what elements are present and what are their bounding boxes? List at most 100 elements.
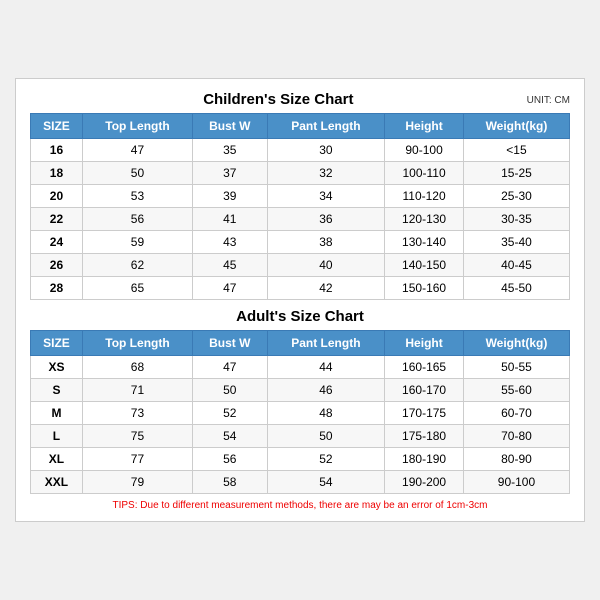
table-cell: 24 [31, 231, 83, 254]
adults-header-cell: SIZE [31, 331, 83, 356]
adults-header-row: SIZETop LengthBust WPant LengthHeightWei… [31, 331, 570, 356]
table-cell: 30-35 [463, 208, 569, 231]
table-row: XL775652180-19080-90 [31, 448, 570, 471]
table-cell: 22 [31, 208, 83, 231]
children-table: SIZETop LengthBust WPant LengthHeightWei… [30, 113, 570, 300]
table-cell: 38 [267, 231, 385, 254]
tips-text: TIPS: Due to different measurement metho… [30, 500, 570, 511]
table-cell: 90-100 [463, 471, 569, 494]
table-cell: 80-90 [463, 448, 569, 471]
table-cell: <15 [463, 139, 569, 162]
table-cell: 90-100 [385, 139, 464, 162]
table-cell: 65 [82, 277, 192, 300]
table-cell: 56 [193, 448, 268, 471]
table-row: 18503732100-11015-25 [31, 162, 570, 185]
table-cell: 160-170 [385, 379, 464, 402]
adults-header-cell: Bust W [193, 331, 268, 356]
table-row: 28654742150-16045-50 [31, 277, 570, 300]
table-cell: 28 [31, 277, 83, 300]
table-cell: 77 [82, 448, 192, 471]
table-cell: 100-110 [385, 162, 464, 185]
adults-header-cell: Weight(kg) [463, 331, 569, 356]
table-cell: 15-25 [463, 162, 569, 185]
table-cell: 54 [193, 425, 268, 448]
table-cell: 34 [267, 185, 385, 208]
children-header-cell: Weight(kg) [463, 114, 569, 139]
table-cell: 75 [82, 425, 192, 448]
children-header-cell: Bust W [193, 114, 268, 139]
table-cell: 140-150 [385, 254, 464, 277]
table-cell: 26 [31, 254, 83, 277]
table-cell: 35 [193, 139, 268, 162]
table-cell: 79 [82, 471, 192, 494]
table-row: XS684744160-16550-55 [31, 356, 570, 379]
table-cell: 130-140 [385, 231, 464, 254]
table-cell: 20 [31, 185, 83, 208]
table-cell: 47 [193, 356, 268, 379]
adults-header-cell: Height [385, 331, 464, 356]
table-cell: 68 [82, 356, 192, 379]
children-title-row: Children's Size Chart UNIT: CM [30, 91, 570, 109]
table-cell: 45-50 [463, 277, 569, 300]
table-cell: 180-190 [385, 448, 464, 471]
table-cell: 50 [193, 379, 268, 402]
table-cell: 50-55 [463, 356, 569, 379]
table-cell: 60-70 [463, 402, 569, 425]
table-row: 1647353090-100<15 [31, 139, 570, 162]
table-row: 22564136120-13030-35 [31, 208, 570, 231]
table-cell: 70-80 [463, 425, 569, 448]
children-header-cell: Pant Length [267, 114, 385, 139]
table-cell: 190-200 [385, 471, 464, 494]
table-cell: 170-175 [385, 402, 464, 425]
table-cell: 35-40 [463, 231, 569, 254]
table-cell: 41 [193, 208, 268, 231]
table-cell: 52 [193, 402, 268, 425]
unit-label: UNIT: CM [527, 95, 570, 106]
table-cell: XL [31, 448, 83, 471]
table-cell: 175-180 [385, 425, 464, 448]
table-cell: 160-165 [385, 356, 464, 379]
table-cell: 44 [267, 356, 385, 379]
table-cell: XXL [31, 471, 83, 494]
table-cell: 46 [267, 379, 385, 402]
adults-title-row: Adult's Size Chart [30, 308, 570, 326]
table-cell: 50 [82, 162, 192, 185]
table-cell: 71 [82, 379, 192, 402]
table-cell: 47 [82, 139, 192, 162]
table-cell: 50 [267, 425, 385, 448]
table-cell: 30 [267, 139, 385, 162]
table-cell: 16 [31, 139, 83, 162]
table-cell: 40 [267, 254, 385, 277]
table-cell: 62 [82, 254, 192, 277]
table-cell: 39 [193, 185, 268, 208]
table-cell: XS [31, 356, 83, 379]
table-cell: 55-60 [463, 379, 569, 402]
table-cell: 47 [193, 277, 268, 300]
children-header-cell: Height [385, 114, 464, 139]
table-cell: 53 [82, 185, 192, 208]
table-cell: 58 [193, 471, 268, 494]
chart-container: Children's Size Chart UNIT: CM SIZETop L… [15, 78, 585, 522]
table-cell: 56 [82, 208, 192, 231]
children-header-cell: Top Length [82, 114, 192, 139]
adults-table: SIZETop LengthBust WPant LengthHeightWei… [30, 330, 570, 494]
table-cell: 18 [31, 162, 83, 185]
table-cell: 73 [82, 402, 192, 425]
adults-header-cell: Top Length [82, 331, 192, 356]
children-header-cell: SIZE [31, 114, 83, 139]
table-cell: 37 [193, 162, 268, 185]
table-row: L755450175-18070-80 [31, 425, 570, 448]
table-cell: 36 [267, 208, 385, 231]
table-cell: 54 [267, 471, 385, 494]
table-cell: 42 [267, 277, 385, 300]
table-cell: L [31, 425, 83, 448]
table-cell: 59 [82, 231, 192, 254]
table-cell: 32 [267, 162, 385, 185]
table-cell: 150-160 [385, 277, 464, 300]
adults-section: Adult's Size Chart SIZETop LengthBust WP… [30, 308, 570, 494]
children-header-row: SIZETop LengthBust WPant LengthHeightWei… [31, 114, 570, 139]
table-cell: 25-30 [463, 185, 569, 208]
table-row: 20533934110-12025-30 [31, 185, 570, 208]
table-cell: 110-120 [385, 185, 464, 208]
adults-header-cell: Pant Length [267, 331, 385, 356]
